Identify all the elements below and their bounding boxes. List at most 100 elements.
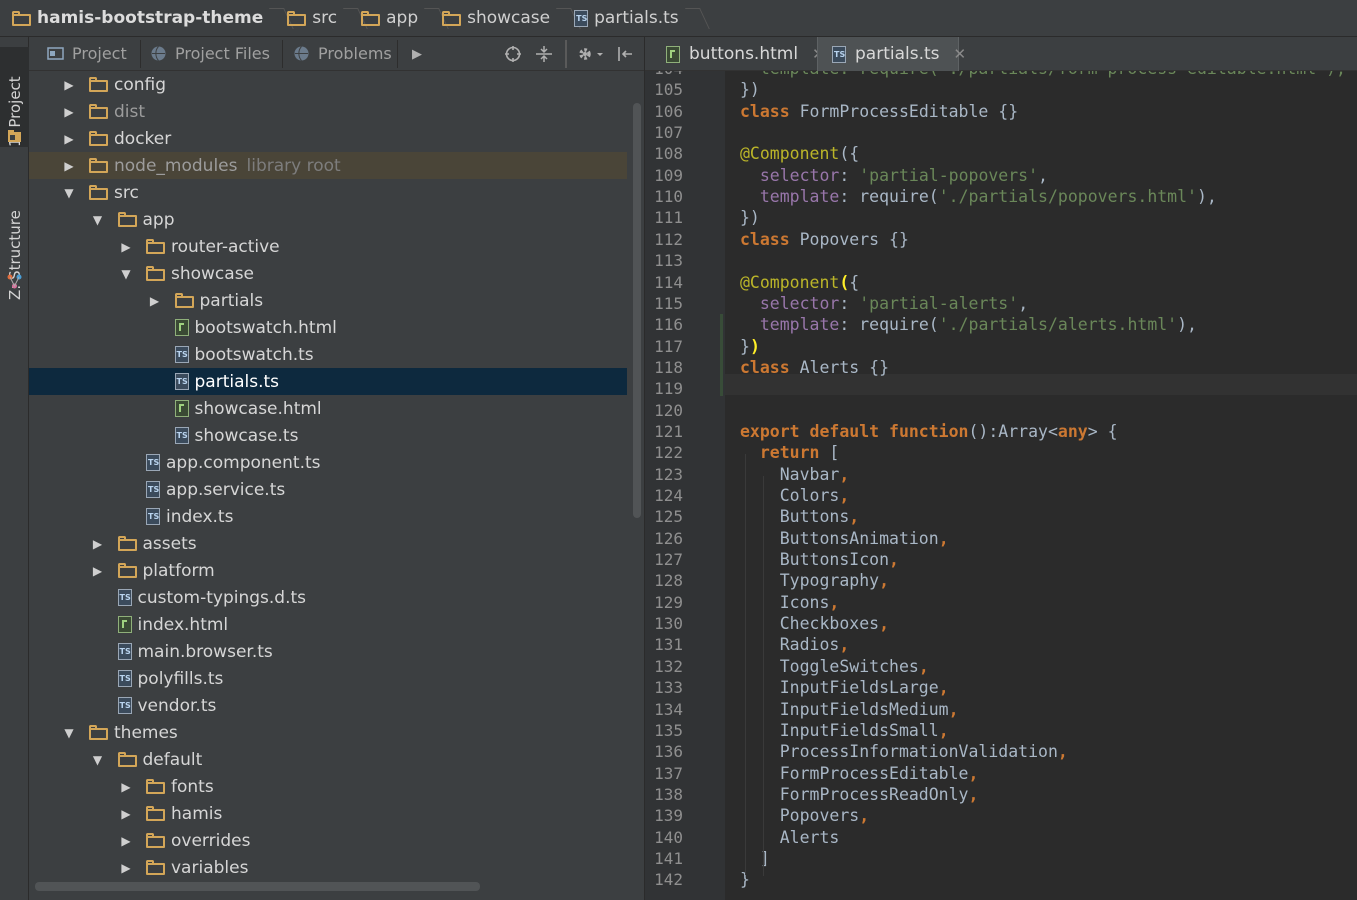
line-number: 137 (654, 763, 683, 783)
folder-icon (117, 536, 137, 551)
collapsed-arrow-icon[interactable]: ▶ (120, 807, 132, 821)
code-token: , (859, 806, 870, 826)
tree-file-row[interactable]: showcase.ts (29, 422, 627, 449)
tab-problems[interactable]: Problems (293, 37, 392, 70)
tree-file-row[interactable]: bootswatch.html (29, 314, 627, 341)
code-token: , (1038, 165, 1048, 185)
tree-folder-row[interactable]: ▶ docker (29, 125, 627, 152)
line-number: 106 (654, 101, 683, 121)
tree-folder-row[interactable]: ▶ node_modules library root (29, 152, 627, 179)
code-token: }) (740, 208, 760, 228)
tree-folder-row[interactable]: ▼ default (29, 746, 627, 773)
code-token: template (759, 315, 840, 335)
collapsed-arrow-icon[interactable]: ▶ (63, 78, 75, 92)
tree-folder-row[interactable]: ▶ overrides (29, 827, 627, 854)
collapsed-arrow-icon[interactable]: ▶ (120, 240, 132, 254)
tree-file-row[interactable]: main.browser.ts (29, 638, 627, 665)
folder-icon (89, 104, 108, 119)
close-icon[interactable]: ✕ (954, 45, 967, 63)
collapsed-arrow-icon[interactable]: ▶ (149, 294, 161, 308)
line-number: 122 (654, 443, 683, 463)
tree-file-row[interactable]: app.service.ts (29, 476, 627, 503)
collapsed-arrow-icon[interactable]: ▶ (63, 159, 75, 173)
code-area[interactable]: template: require('./partials/form-proce… (725, 71, 1357, 900)
tab-project-files[interactable]: Project Files (150, 37, 270, 70)
breadcrumb-item[interactable]: showcase (442, 8, 550, 28)
tree-folder-row[interactable]: ▶ dist (29, 98, 627, 125)
code-token: FormProcessEditable (740, 763, 969, 783)
tree-folder-row[interactable]: ▶ assets (29, 530, 627, 557)
code-line: class Popovers {} (740, 229, 909, 250)
code-token: Popovers (740, 806, 860, 826)
collapsed-arrow-icon[interactable]: ▶ (92, 564, 104, 578)
editor-tab-label: buttons.html (689, 44, 799, 64)
breadcrumb-separator (345, 0, 355, 37)
tree-folder-row[interactable]: ▼ themes (29, 719, 627, 746)
tree-file-row[interactable]: index.html (29, 611, 627, 638)
tree-item-label: showcase.ts (194, 425, 299, 446)
expanded-arrow-icon[interactable]: ▼ (92, 753, 104, 767)
breadcrumb-item[interactable]: app (361, 8, 418, 28)
hide-panel-icon[interactable] (615, 44, 635, 64)
editor-tab[interactable]: buttons.html✕ (652, 37, 825, 71)
tree-folder-row[interactable]: ▶ partials (29, 287, 627, 314)
more-tabs-arrow-icon[interactable]: ▶ (407, 44, 427, 64)
code-token: './partials/alerts.html' (938, 315, 1178, 335)
breadcrumb-item[interactable]: hamis-bootstrap-theme (12, 8, 263, 28)
breadcrumb-item[interactable]: src (287, 8, 337, 28)
tree-folder-row[interactable]: ▼ src (29, 179, 627, 206)
code-line: }) (740, 336, 760, 357)
line-number: 113 (654, 251, 683, 271)
expanded-arrow-icon[interactable]: ▼ (63, 186, 75, 200)
expanded-arrow-icon[interactable]: ▼ (120, 267, 132, 281)
code-token: FormProcessReadOnly (740, 784, 969, 804)
code-token: @Component (740, 272, 840, 292)
tree-file-row[interactable]: custom-typings.d.ts (29, 584, 627, 611)
code-token: , (879, 571, 890, 591)
code-token: ) (749, 336, 760, 356)
tree-folder-row[interactable]: ▼ showcase (29, 260, 627, 287)
tree-folder-row[interactable]: ▶ platform (29, 557, 627, 584)
editor-tab[interactable]: partials.ts ✕ (817, 37, 966, 71)
line-number: 141 (654, 848, 683, 868)
line-number: 104 (654, 71, 683, 79)
breadcrumb-item[interactable]: partials.ts (574, 8, 679, 28)
line-number: 127 (654, 550, 683, 570)
typescript-file-icon (146, 508, 160, 525)
code-token: , (839, 486, 850, 505)
tree-folder-row[interactable]: ▼ app (29, 206, 627, 233)
tree-folder-row[interactable]: ▶ fonts (29, 773, 627, 800)
locate-target-icon[interactable] (503, 44, 523, 64)
collapsed-arrow-icon[interactable]: ▶ (63, 132, 75, 146)
expanded-arrow-icon[interactable]: ▼ (92, 213, 104, 227)
collapsed-arrow-icon[interactable]: ▶ (120, 834, 132, 848)
tree-item-label: custom-typings.d.ts (137, 587, 307, 608)
collapsed-arrow-icon[interactable]: ▶ (63, 105, 75, 119)
tree-folder-row[interactable]: ▶ hamis (29, 800, 627, 827)
tree-vertical-scrollbar[interactable] (633, 103, 641, 518)
tree-file-row[interactable]: vendor.ts (29, 692, 627, 719)
tree-file-row[interactable]: bootswatch.ts (29, 341, 627, 368)
code-token: , (938, 678, 949, 698)
expanded-arrow-icon[interactable]: ▼ (63, 726, 75, 740)
project-panel: Project Project Files Problems ▶ ▶ config… (29, 37, 644, 900)
code-token: ), (1196, 187, 1217, 207)
tree-file-row[interactable]: app.component.ts (29, 449, 627, 476)
tree-folder-row[interactable]: ▶ variables (29, 854, 627, 881)
tree-folder-row[interactable]: ▶ config (29, 71, 627, 98)
collapsed-arrow-icon[interactable]: ▶ (120, 780, 132, 794)
tree-file-row[interactable]: index.ts (29, 503, 627, 530)
collapsed-arrow-icon[interactable]: ▶ (92, 537, 104, 551)
settings-gear-icon[interactable] (575, 44, 607, 64)
tree-file-row[interactable]: polyfills.ts (29, 665, 627, 692)
tree-file-row[interactable]: partials.ts (29, 368, 627, 395)
collapse-all-icon[interactable] (534, 44, 554, 64)
html-file-icon (174, 400, 189, 417)
tree-folder-row[interactable]: ▶ router-active (29, 233, 627, 260)
tree-horizontal-scrollbar[interactable] (35, 882, 480, 891)
tab-project[interactable]: Project (47, 37, 127, 70)
html-file-icon (117, 616, 132, 633)
collapsed-arrow-icon[interactable]: ▶ (120, 861, 132, 875)
tree-file-row[interactable]: showcase.html (29, 395, 627, 422)
line-number: 121 (654, 421, 683, 441)
